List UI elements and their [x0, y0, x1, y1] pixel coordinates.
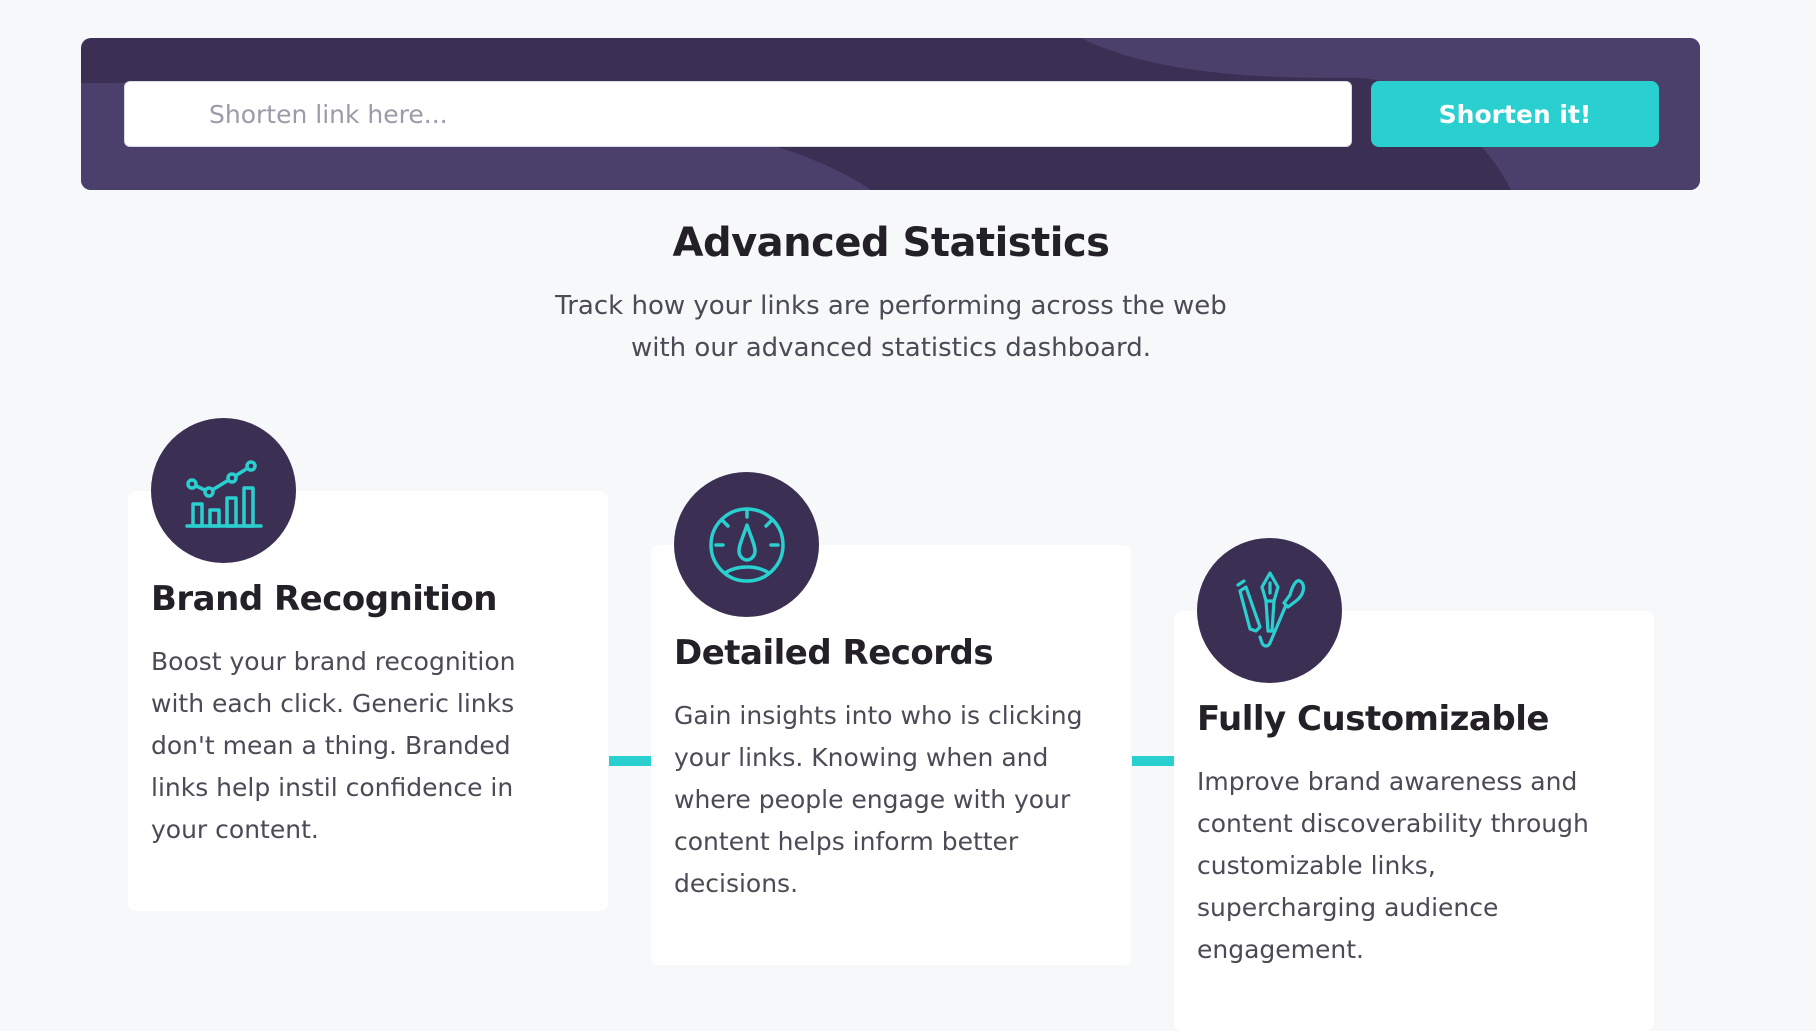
feature-title: Detailed Records — [674, 633, 994, 673]
shorten-panel: Shorten it! — [81, 38, 1700, 190]
gauge-icon — [708, 506, 785, 583]
section-title: Advanced Statistics — [672, 220, 1110, 266]
subtitle-line-2: with our advanced statistics dashboard. — [630, 333, 1152, 363]
chart-icon — [184, 459, 263, 528]
subtitle-line-1: Track how your links are performing acro… — [555, 291, 1227, 321]
shorten-it-button[interactable]: Shorten it! — [1371, 81, 1659, 147]
feature-icon-badge — [151, 418, 296, 563]
feature-description: Gain insights into who is clicking your … — [674, 701, 1083, 898]
feature-card-detailed-records: Detailed Records Gain insights into who … — [651, 472, 1131, 965]
connector-line — [1132, 756, 1174, 766]
connector-line — [609, 756, 651, 766]
feature-icon-badge — [674, 472, 819, 617]
feature-card-fully-customizable: Fully Customizable Improve brand awarene… — [1174, 538, 1654, 1031]
feature-description: Boost your brand recognition with each c… — [151, 647, 516, 844]
tools-icon — [1235, 570, 1305, 648]
feature-card-brand-recognition: Brand Recognition Boost your brand recog… — [128, 418, 608, 911]
feature-title: Fully Customizable — [1197, 699, 1549, 739]
section-subtitle: Track how your links are performing acro… — [500, 285, 1282, 369]
feature-icon-badge — [1197, 538, 1342, 683]
shorten-link-input[interactable] — [124, 81, 1352, 147]
feature-title: Brand Recognition — [151, 579, 497, 619]
feature-description: Improve brand awareness and content disc… — [1197, 767, 1589, 964]
